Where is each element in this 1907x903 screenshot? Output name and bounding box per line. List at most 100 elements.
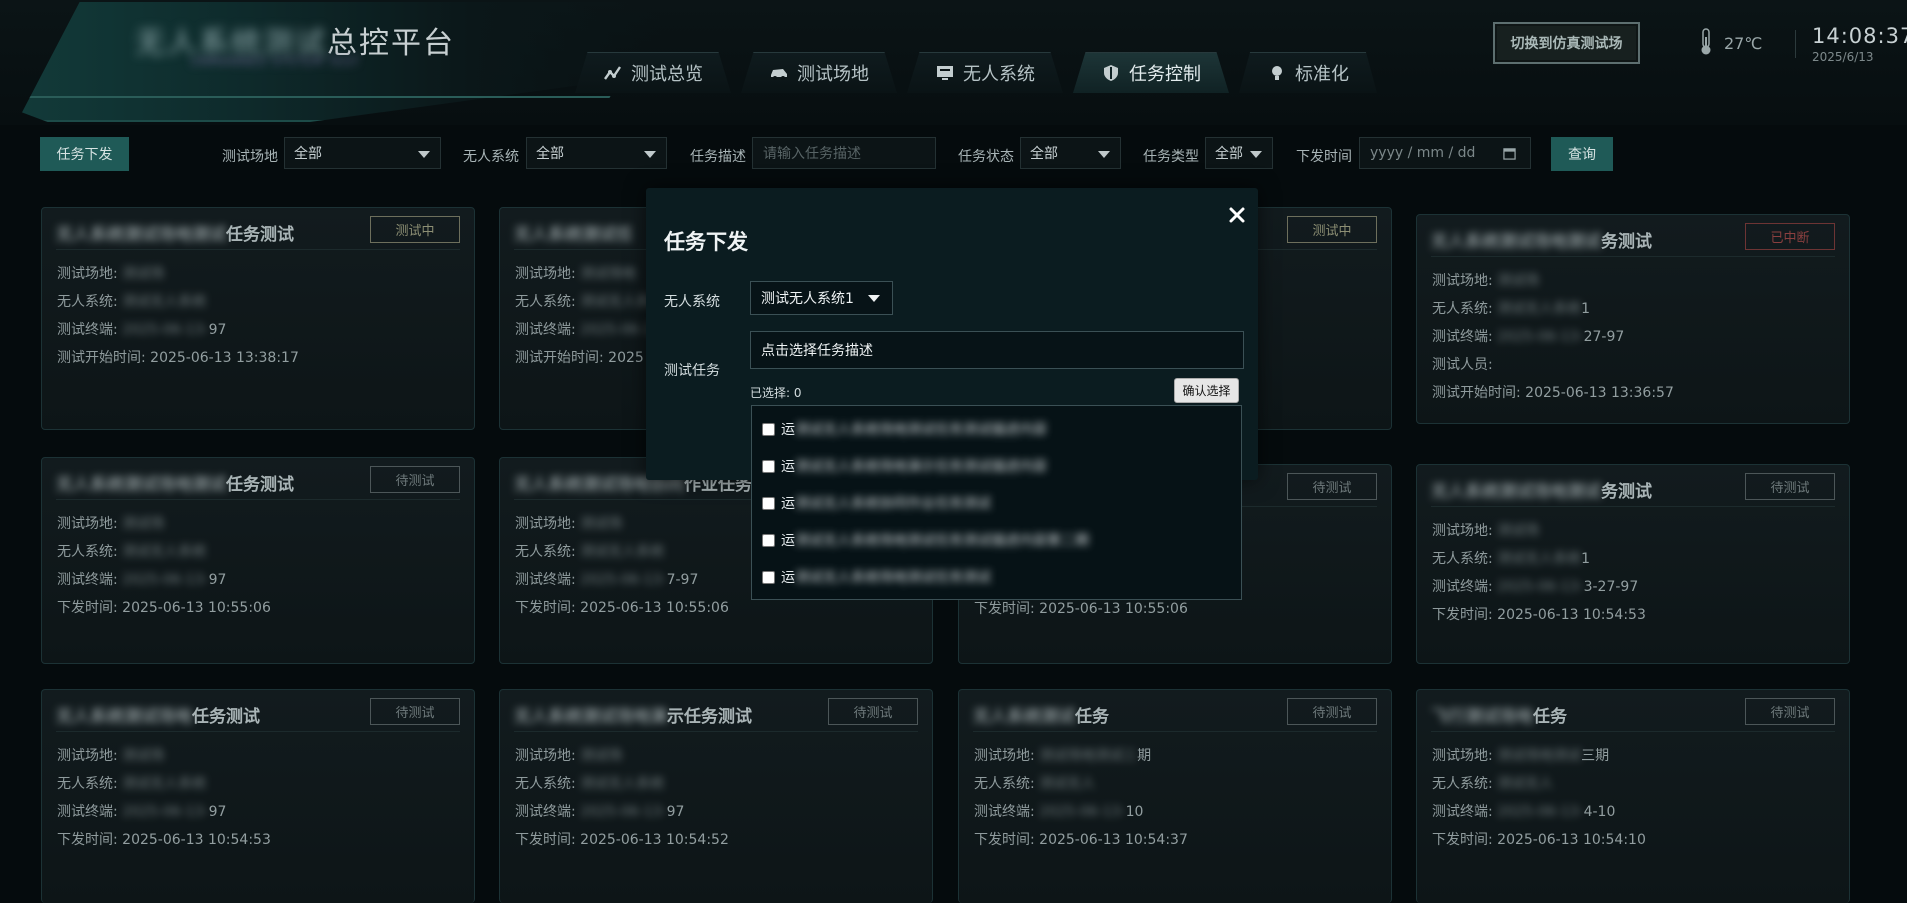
tab-system[interactable]: 无人系统: [907, 52, 1063, 93]
option-checkbox[interactable]: [762, 496, 775, 510]
time-row: 测试开始时间: 2025-06-13 13:38:17: [57, 350, 299, 366]
site-filter-select[interactable]: 全部: [284, 137, 441, 169]
issue-task-button[interactable]: 任务下发: [40, 137, 129, 171]
system-row: 无人系统: 测试无人系统: [515, 294, 665, 310]
site-row: 测试场地: 测试场: [1432, 523, 1540, 539]
system-select[interactable]: 测试无人系统1: [750, 281, 893, 315]
tab-standardization[interactable]: 标准化: [1239, 52, 1377, 93]
card-title: 无人系统测试场地测试任务测试: [56, 225, 294, 245]
type-filter-select[interactable]: 全部: [1205, 137, 1273, 169]
thermometer-icon: [1701, 28, 1711, 55]
terminal-row: 测试终端: 2025-06-13-27-97: [1432, 329, 1625, 345]
desc-filter-input[interactable]: 请输入任务描述: [752, 137, 936, 169]
filter-bar: 任务下发 测试场地 全部 无人系统 全部 任务描述 请输入任务描述 任务状态 全…: [0, 135, 1907, 175]
card-header: 无人系统测试任务 待测试: [973, 698, 1377, 732]
switch-simulation-button[interactable]: 切换到仿真测试场: [1493, 22, 1640, 64]
status-badge: 待测试: [1287, 473, 1377, 500]
task-field-label: 测试任务: [664, 363, 720, 379]
monitor-icon: [937, 66, 953, 80]
system-filter-value: 全部: [536, 146, 564, 162]
chevron-down-icon: [1098, 151, 1110, 158]
card-details: 测试场地: 测试场 无人系统: 测试无人系统1 测试终端: 2025-06-13…: [1432, 517, 1646, 629]
system-row: 无人系统: 测试无人系统: [515, 776, 665, 792]
system-filter-select[interactable]: 全部: [526, 137, 667, 169]
option-checkbox[interactable]: [762, 422, 775, 436]
task-option[interactable]: 运测试无人系统协同作业任务测试: [762, 493, 991, 513]
task-option[interactable]: 运测试无人系统场地演示任务测试描述内容: [762, 456, 1047, 476]
card-title: 无人系统测试任务: [973, 707, 1109, 727]
status-badge: 待测试: [1287, 698, 1377, 725]
person-row: 测试人员:: [1432, 357, 1493, 373]
time-row: 下发时间: 2025-06-13 10:54:53: [57, 832, 271, 848]
terminal-row: 测试终端: 2025-06-13-: [515, 322, 667, 338]
task-option[interactable]: 运测试无人系统场地测试任务测试: [762, 567, 991, 587]
terminal-row: 测试终端: 2025-06-13-10: [974, 804, 1144, 820]
chevron-down-icon: [644, 151, 656, 158]
site-row: 测试场地: 测试场: [57, 516, 165, 532]
calendar-icon[interactable]: [1503, 147, 1516, 160]
task-select-input[interactable]: 点击选择任务描述: [750, 331, 1244, 369]
task-card[interactable]: 无人系统测试场地测试务测试 待测试 测试场地: 测试场 无人系统: 测试无人系统…: [1416, 464, 1850, 664]
option-checkbox[interactable]: [762, 570, 775, 584]
system-row: 无人系统: 测试无人系统: [57, 544, 207, 560]
terminal-row: 测试终端: 2025-06-13-97: [57, 804, 227, 820]
status-badge: 测试中: [1287, 216, 1377, 243]
task-card[interactable]: 无人系统测试任务 待测试 测试场地: 测试场地测试三期 无人系统: 测试无人 测…: [958, 689, 1392, 903]
site-filter-value: 全部: [294, 146, 322, 162]
query-button[interactable]: 查询: [1551, 137, 1613, 171]
app-subtitle: UNMANNED SYSTEM TEST: [190, 55, 360, 70]
card-title: 无人系统测试场地测试务测试: [1431, 232, 1652, 252]
site-filter-label: 测试场地: [222, 149, 278, 165]
time-row: 测试开始时间: 2025-06-13 13:36:57: [1432, 385, 1674, 401]
terminal-row: 测试终端: 2025-06-13-97: [57, 572, 227, 588]
system-row: 无人系统: 测试无人系统: [57, 776, 207, 792]
task-option[interactable]: 运测试无人系统场地测试任务测试描述内容第二期: [762, 530, 1089, 550]
type-filter-label: 任务类型: [1143, 149, 1199, 165]
tab-site[interactable]: 测试场地: [741, 52, 897, 93]
system-filter-label: 无人系统: [463, 149, 519, 165]
close-icon[interactable]: [1226, 204, 1248, 226]
task-card[interactable]: 无人系统测试场地测试务测试 已中断 测试场地: 测试场 无人系统: 测试无人系统…: [1416, 214, 1850, 424]
task-option[interactable]: 运测试无人系统场地测试任务测试描述内容: [762, 419, 1047, 439]
card-title: 无人系统测试场地任务测试: [56, 707, 260, 727]
card-details: 测试场地: 测试场 无人系统: 测试无人系统 测试终端: 2025-06-13-…: [57, 742, 271, 854]
task-card[interactable]: 飞行测试场地任务 待测试 测试场地: 测试场地测试三期 无人系统: 测试无人 测…: [1416, 689, 1850, 903]
task-card[interactable]: 无人系统测试场地演示任务测试 待测试 测试场地: 测试场 无人系统: 测试无人系…: [499, 689, 933, 903]
card-details: 测试场地: 测试场 无人系统: 测试无人系统 测试终端: 2025-06-13-…: [57, 260, 299, 372]
time-row: 下发时间: 2025-06-13 10:54:53: [1432, 607, 1646, 623]
system-row: 无人系统: 测试无人: [974, 776, 1096, 792]
task-card[interactable]: 无人系统测试场地测试任务测试 待测试 测试场地: 测试场 无人系统: 测试无人系…: [41, 457, 475, 664]
card-details: 测试场地: 测试场 无人系统: 测试无人系统1 测试终端: 2025-06-13…: [1432, 267, 1674, 407]
status-filter-select[interactable]: 全部: [1020, 137, 1121, 169]
status-badge: 待测试: [1745, 473, 1835, 500]
card-header: 无人系统测试场地测试任务测试 待测试: [56, 466, 460, 500]
time-filter-label: 下发时间: [1296, 149, 1352, 165]
card-details: 测试场地: 测试场地测试三期 无人系统: 测试无人 测试终端: 2025-06-…: [1432, 742, 1646, 854]
tab-task-control[interactable]: 任务控制: [1073, 52, 1229, 93]
site-row: 测试场地: 测试场地测试三期: [1432, 748, 1610, 764]
confirm-selection-button[interactable]: 确认选择: [1174, 378, 1239, 403]
card-details: 测试场地: 测试场 无人系统: 测试无人系统 测试终端: 2025-06-13-…: [515, 742, 729, 854]
card-details: 测试场地: 测试场 无人系统: 测试无人系统 测试终端: 2025-06-13-…: [57, 510, 271, 622]
site-row: 测试场地: 测试场地: [515, 266, 637, 282]
task-options-list[interactable]: 运测试无人系统场地测试任务测试描述内容 运测试无人系统场地演示任务测试描述内容 …: [751, 405, 1242, 600]
status-badge: 待测试: [828, 698, 918, 725]
card-title: 无人系统测试场地测试任务测试: [56, 475, 294, 495]
card-details: 测试场地: 测试场地测试三期 无人系统: 测试无人 测试终端: 2025-06-…: [974, 742, 1188, 854]
task-card[interactable]: 无人系统测试场地任务测试 待测试 测试场地: 测试场 无人系统: 测试无人系统 …: [41, 689, 475, 903]
tab-label: 标准化: [1295, 64, 1349, 85]
car-icon: [771, 69, 787, 80]
task-card[interactable]: 无人系统测试场地测试任务测试 测试中 测试场地: 测试场 无人系统: 测试无人系…: [41, 207, 475, 430]
option-checkbox[interactable]: [762, 533, 775, 547]
card-header: 无人系统测试场地测试任务测试 测试中: [56, 216, 460, 250]
status-badge: 已中断: [1745, 223, 1835, 250]
tab-overview[interactable]: 测试总览: [575, 52, 731, 93]
lightbulb-icon: [1272, 66, 1282, 80]
option-checkbox[interactable]: [762, 459, 775, 473]
time-filter-input[interactable]: yyyy / mm / dd: [1359, 137, 1531, 169]
system-row: 无人系统: 测试无人系统: [57, 294, 207, 310]
card-title: 无人系统测试场地演示任务测试: [514, 707, 752, 727]
terminal-row: 测试终端: 2025-06-13-7-97: [515, 572, 699, 588]
chevron-down-icon: [868, 295, 880, 302]
site-row: 测试场地: 测试场: [57, 266, 165, 282]
